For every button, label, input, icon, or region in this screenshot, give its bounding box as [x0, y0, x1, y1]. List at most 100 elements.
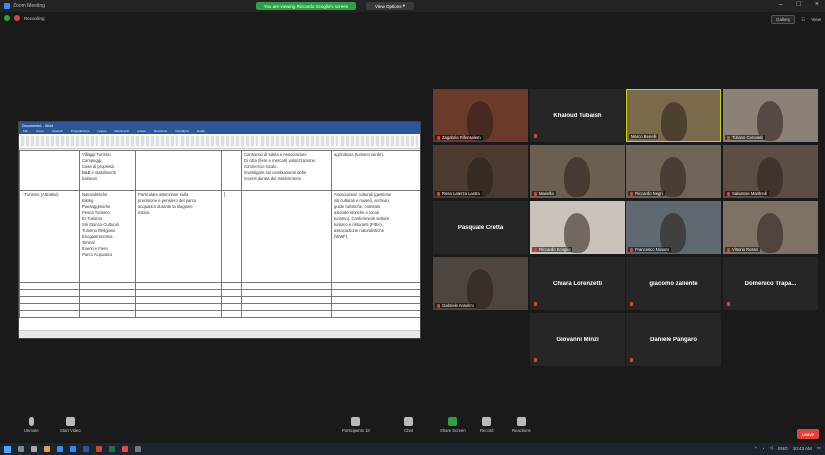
ribbon-group[interactable]	[101, 136, 178, 146]
search-icon[interactable]	[18, 446, 24, 452]
table-cell[interactable]	[221, 310, 242, 318]
record-button[interactable]: Record	[480, 417, 494, 433]
close-icon[interactable]: ×	[815, 1, 819, 8]
doc-menu-item[interactable]: Riferimenti	[114, 129, 128, 134]
table-cell[interactable]	[79, 289, 136, 297]
participant-tile[interactable]: Salvatore Manfredi	[723, 145, 818, 198]
gallery-view-button[interactable]: Gallery	[771, 15, 796, 24]
start-video-button[interactable]: Start Video	[60, 417, 81, 433]
participant-tile[interactable]: Gabriele Anselmi	[433, 257, 528, 310]
table-cell[interactable]	[331, 289, 420, 297]
table-cell[interactable]: Consorzio di tutela e Associazioni Di ci…	[241, 150, 332, 191]
excel-icon[interactable]	[109, 446, 115, 452]
table-cell[interactable]	[221, 150, 242, 191]
table-cell[interactable]	[331, 303, 420, 311]
windows-start-icon[interactable]	[4, 445, 11, 453]
participant-tile[interactable]: Tiziano Coronelli	[723, 89, 818, 142]
participant-tile[interactable]: Marco Benelli	[626, 89, 721, 142]
ribbon-group[interactable]	[181, 136, 258, 146]
participant-tile[interactable]: Khaloud Tubaish	[530, 89, 625, 142]
zoom-taskbar-icon[interactable]	[70, 446, 76, 452]
table-cell[interactable]: Associazioni culturali (gestione siti cu…	[331, 190, 420, 283]
shared-screen-document[interactable]: Documento1 - Word File Home Inserisci Pr…	[18, 121, 421, 339]
doc-page[interactable]: Villaggi Turistici Campeggi Case di prop…	[19, 150, 420, 330]
maximize-icon[interactable]: □	[797, 1, 801, 8]
chat-button[interactable]: Chat	[404, 417, 413, 433]
table-cell[interactable]	[221, 289, 242, 297]
doc-menu-item[interactable]: Progettazione	[71, 129, 90, 134]
table-cell[interactable]	[135, 296, 222, 304]
table-cell[interactable]: - Turismo (Attrattivi)	[19, 190, 80, 283]
doc-menu-item[interactable]: Revisione	[154, 129, 167, 134]
notifications-icon[interactable]: ▭	[817, 445, 821, 451]
participant-tile[interactable]: Riccardo Negri	[626, 145, 721, 198]
participant-tile[interactable]: Rosa Laterza Lastra	[433, 145, 528, 198]
table-cell[interactable]	[19, 310, 80, 318]
table-cell[interactable]: Villaggi Turistici Campeggi Case di prop…	[79, 150, 136, 191]
table-cell[interactable]	[135, 289, 222, 297]
share-screen-button[interactable]: Share Screen	[440, 417, 466, 433]
unmute-button[interactable]: Unmute	[24, 417, 39, 433]
table-cell[interactable]	[241, 289, 332, 297]
file-explorer-icon[interactable]	[44, 446, 50, 452]
clock[interactable]: 10:43 AM	[793, 446, 812, 451]
table-cell[interactable]	[19, 289, 80, 297]
powerpoint-icon[interactable]	[96, 446, 102, 452]
speaker-icon[interactable]: ◁	[769, 445, 772, 451]
participant-tile[interactable]: Daniele Pangaro	[626, 313, 721, 366]
participant-tile[interactable]: Domenico Trapa...	[723, 257, 818, 310]
table-cell[interactable]	[331, 310, 420, 318]
table-cell[interactable]	[79, 296, 136, 304]
participant-tile[interactable]: Zagabria Rifensalem	[433, 89, 528, 142]
table-cell[interactable]	[79, 282, 136, 290]
table-cell[interactable]	[331, 296, 420, 304]
table-cell[interactable]	[241, 303, 332, 311]
table-cell[interactable]	[19, 303, 80, 311]
participant-tile[interactable]: Vittorio Rosso	[723, 201, 818, 254]
ribbon-group[interactable]	[261, 136, 338, 146]
view-label[interactable]: View	[811, 17, 821, 22]
doc-menu-item[interactable]: File	[23, 129, 28, 134]
leave-button[interactable]: Leave	[797, 429, 819, 439]
doc-menu-item[interactable]: Layout	[97, 129, 106, 134]
table-cell[interactable]	[221, 282, 242, 290]
chrome-icon[interactable]	[122, 446, 128, 452]
table-cell[interactable]	[241, 310, 332, 318]
table-cell[interactable]	[221, 296, 242, 304]
table-cell[interactable]	[135, 150, 222, 191]
network-icon[interactable]: ◔	[762, 446, 765, 451]
minimize-icon[interactable]: –	[779, 1, 783, 8]
doc-menu-item[interactable]: Guida	[197, 129, 205, 134]
participant-tile[interactable]: Giovanni Minzi	[530, 313, 625, 366]
doc-menu-item[interactable]: Lettere	[137, 129, 146, 134]
participant-tile[interactable]: Francesco Novaro	[626, 201, 721, 254]
edge-icon[interactable]	[57, 446, 63, 452]
doc-menu-item[interactable]: Home	[36, 129, 44, 134]
table-cell[interactable]: agricoltura (turismo verde).	[331, 150, 420, 191]
participant-tile[interactable]: Chiara Lorenzetti	[530, 257, 625, 310]
task-view-icon[interactable]	[31, 446, 37, 452]
table-cell[interactable]: Particolare attenzione sulla precisione …	[135, 190, 222, 283]
ribbon-group[interactable]	[341, 136, 418, 146]
chevron-up-icon[interactable]: ^	[755, 446, 757, 451]
table-cell[interactable]	[331, 282, 420, 290]
table-cell[interactable]	[241, 282, 332, 290]
grid-icon[interactable]: ☷	[801, 17, 805, 23]
participant-tile[interactable]: giacomo zaliente	[626, 257, 721, 310]
doc-menu-item[interactable]: Inserisci	[52, 129, 63, 134]
participant-tile[interactable]: Riccardo Scoglio	[530, 201, 625, 254]
table-cell[interactable]	[135, 310, 222, 318]
table-cell[interactable]	[135, 282, 222, 290]
recording-indicator[interactable]: Recording	[4, 15, 45, 21]
table-cell[interactable]	[241, 190, 332, 283]
app-icon[interactable]	[135, 446, 141, 452]
table-cell[interactable]	[19, 150, 80, 191]
table-cell[interactable]	[79, 303, 136, 311]
ribbon-group[interactable]	[21, 136, 98, 146]
table-cell[interactable]	[19, 296, 80, 304]
language-indicator[interactable]: ENG	[778, 446, 788, 451]
participant-tile[interactable]: Pasquale Cretta	[433, 201, 528, 254]
word-icon[interactable]	[83, 446, 89, 452]
table-cell[interactable]	[135, 303, 222, 311]
table-cell[interactable]	[221, 303, 242, 311]
